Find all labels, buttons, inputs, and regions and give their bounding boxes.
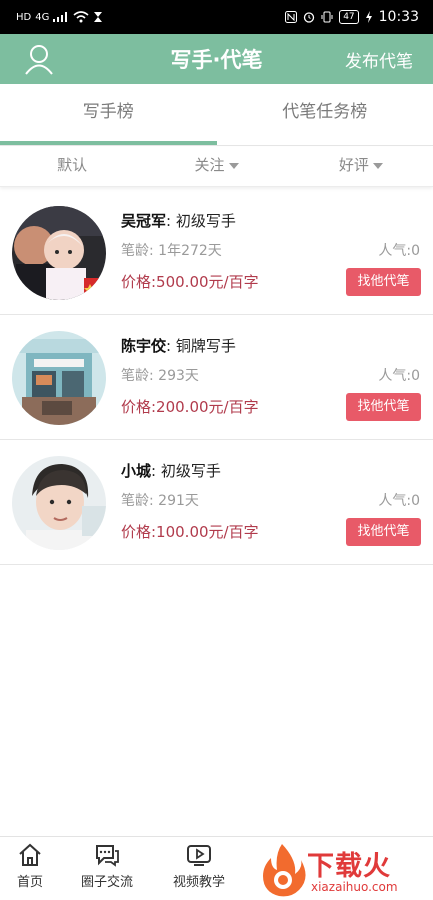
writer-age-line: 笔龄: 293天	[121, 365, 199, 385]
watermark-text: 下载火	[307, 851, 391, 882]
charging-icon	[365, 11, 372, 23]
filter-follow-label: 关注	[194, 156, 225, 174]
filter-default[interactable]: 默认	[0, 147, 144, 186]
signal-icon	[53, 12, 68, 22]
writer-name-line: 小城: 初级写手	[121, 460, 221, 481]
hourglass-icon	[94, 12, 103, 22]
writer-age-line: 笔龄: 291天	[121, 490, 199, 510]
wifi-icon	[73, 11, 89, 23]
writer-popularity: 人气:0	[378, 243, 420, 259]
nav-home-label: 首页	[16, 875, 43, 890]
avatar[interactable]	[12, 206, 106, 300]
writer-name: 吴冠军	[121, 212, 167, 230]
writer-list: 吴冠军: 初级写手 笔龄: 1年272天 人气:0 价格:500.00元/百字 …	[0, 190, 433, 565]
writer-age-label: 笔龄:	[121, 243, 154, 259]
writer-age-line: 笔龄: 1年272天	[121, 240, 222, 260]
chat-icon	[96, 845, 119, 867]
user-icon[interactable]	[24, 43, 54, 75]
caret-down-icon	[228, 162, 239, 169]
hire-writer-button[interactable]: 找他代笔	[346, 268, 421, 296]
writer-popularity: 人气:0	[378, 493, 420, 509]
writer-price: 价格:200.00元/百字	[121, 398, 259, 416]
filter-rating[interactable]: 好评	[289, 147, 433, 186]
writer-level: : 铜牌写手	[166, 337, 236, 355]
watermark-url: xiazaihuo.com	[311, 880, 398, 894]
nav-circle-label: 圈子交流	[80, 875, 133, 890]
hd-label: HD	[16, 11, 32, 23]
network-label: 4G	[35, 11, 50, 23]
writer-price: 价格:500.00元/百字	[121, 273, 259, 291]
avatar[interactable]	[12, 331, 106, 425]
writer-price: 价格:100.00元/百字	[121, 523, 259, 541]
writer-level: : 初级写手	[166, 212, 236, 230]
writer-name-line: 陈宇佼: 铜牌写手	[121, 335, 236, 356]
writer-card[interactable]: 陈宇佼: 铜牌写手 笔龄: 293天 人气:0 价格:200.00元/百字 找他…	[0, 315, 433, 440]
writer-card[interactable]: 小城: 初级写手 笔龄: 291天 人气:0 价格:100.00元/百字 找他代…	[0, 440, 433, 565]
writer-age: 291天	[158, 493, 199, 509]
writer-age: 1年272天	[158, 243, 222, 259]
flame-icon	[263, 844, 306, 897]
battery-level: 47	[339, 10, 359, 24]
status-bar: HD 4G 47 10:33	[0, 0, 433, 34]
main-tabs: 写手榜 代笔任务榜	[0, 84, 433, 146]
writer-card[interactable]: 吴冠军: 初级写手 笔龄: 1年272天 人气:0 价格:500.00元/百字 …	[0, 190, 433, 315]
avatar[interactable]	[12, 456, 106, 550]
publish-button[interactable]: 发布代笔	[345, 47, 413, 72]
writer-name: 小城	[121, 462, 152, 480]
writer-age: 293天	[158, 368, 199, 384]
status-left: HD 4G	[16, 11, 103, 23]
writer-name: 陈宇佼	[121, 337, 167, 355]
nav-video-label: 视频教学	[172, 875, 225, 890]
video-icon	[187, 845, 211, 866]
nav-home[interactable]: 首页	[10, 843, 50, 890]
tab-writer-ranking[interactable]: 写手榜	[0, 84, 217, 145]
writer-popularity: 人气:0	[378, 368, 420, 384]
writer-age-label: 笔龄:	[121, 368, 154, 384]
filter-bar: 默认 关注 好评	[0, 147, 433, 187]
status-right: 47 10:33	[285, 9, 419, 25]
vibrate-icon	[321, 11, 333, 23]
writer-age-label: 笔龄:	[121, 493, 154, 509]
writer-level: : 初级写手	[151, 462, 221, 480]
filter-rating-label: 好评	[338, 156, 369, 174]
filter-follow[interactable]: 关注	[144, 147, 288, 186]
hire-writer-button[interactable]: 找他代笔	[346, 393, 421, 421]
watermark-logo: 下载火 xiazaihuo.com	[255, 840, 433, 900]
nav-video[interactable]: 视频教学	[164, 843, 234, 890]
alarm-icon	[304, 12, 315, 23]
hire-writer-button[interactable]: 找他代笔	[346, 518, 421, 546]
nav-circle[interactable]: 圈子交流	[72, 843, 142, 890]
caret-down-icon	[372, 162, 383, 169]
writer-name-line: 吴冠军: 初级写手	[121, 210, 236, 231]
home-icon	[19, 843, 41, 866]
nfc-icon	[285, 11, 298, 23]
status-time: 10:33	[378, 9, 419, 25]
tab-task-ranking[interactable]: 代笔任务榜	[217, 84, 433, 145]
app-header: 写手·代笔 发布代笔	[0, 34, 433, 84]
filter-default-label: 默认	[57, 156, 88, 174]
